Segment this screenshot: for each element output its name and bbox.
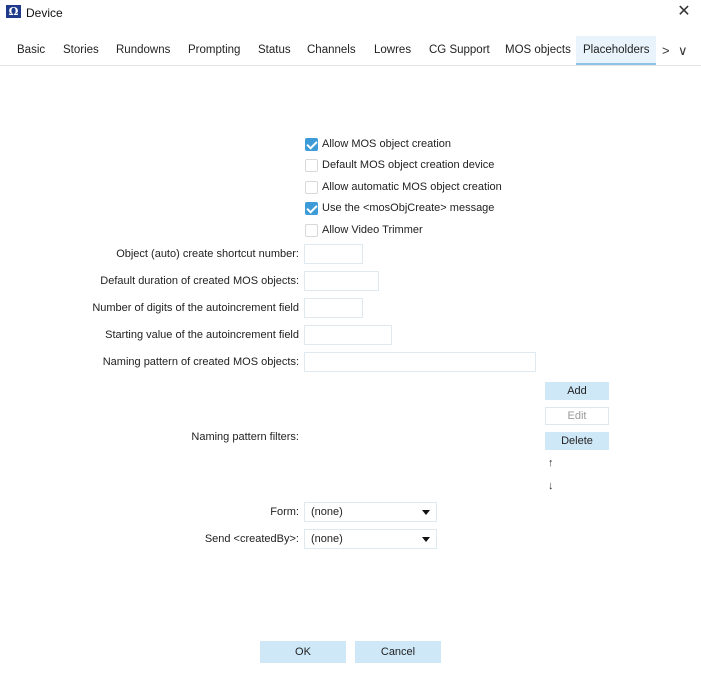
send-createdby-select[interactable]: (none) [304, 529, 437, 549]
send-createdby-label: Send <createdBy>: [204, 533, 299, 545]
form-label: Form: [270, 506, 299, 518]
tab-prompting[interactable]: Prompting [188, 36, 240, 65]
close-icon[interactable]: ✕ [675, 3, 693, 21]
checkbox-label: Allow MOS object creation [322, 138, 451, 150]
tab-status[interactable]: Status [258, 36, 291, 65]
cancel-button[interactable]: Cancel [355, 641, 441, 663]
checkbox-checked-icon[interactable] [305, 201, 318, 215]
default-duration-input[interactable] [304, 271, 379, 291]
chevron-right-icon[interactable]: > [662, 36, 670, 65]
shortcut-number-label: Object (auto) create shortcut number: [116, 248, 299, 260]
delete-filter-button[interactable]: Delete [545, 432, 609, 450]
edit-filter-button[interactable]: Edit [545, 407, 609, 425]
move-up-icon[interactable]: ↑ [548, 457, 554, 469]
title-bar: Ω Device ✕ [0, 0, 701, 28]
form-select[interactable]: (none) [304, 502, 437, 522]
autoincrement-digits-input[interactable] [304, 298, 363, 318]
tab-bar: Basic Stories Rundowns Prompting Status … [0, 36, 701, 66]
checkbox-unchecked-icon[interactable] [305, 180, 318, 194]
tab-channels[interactable]: Channels [307, 36, 356, 65]
add-filter-button[interactable]: Add [545, 382, 609, 400]
autoincrement-digits-label: Number of digits of the autoincrement fi… [92, 302, 299, 314]
tab-basic[interactable]: Basic [17, 36, 45, 65]
autoincrement-start-input[interactable] [304, 325, 392, 345]
send-createdby-select-value: (none) [311, 533, 343, 545]
shortcut-number-input[interactable] [304, 244, 363, 264]
chevron-down-icon[interactable]: ∨ [678, 36, 688, 65]
tab-rundowns[interactable]: Rundowns [116, 36, 170, 65]
checkbox-allow-mos-object-creation[interactable]: Allow MOS object creation [305, 136, 451, 152]
naming-pattern-label: Naming pattern of created MOS objects: [102, 356, 299, 368]
tab-stories[interactable]: Stories [63, 36, 99, 65]
tab-placeholders[interactable]: Placeholders [576, 36, 657, 65]
window-title: Device [26, 6, 63, 20]
naming-pattern-input[interactable] [304, 352, 536, 372]
default-duration-label: Default duration of created MOS objects: [100, 275, 299, 287]
tab-cg-support[interactable]: CG Support [429, 36, 490, 65]
omega-app-icon: Ω [6, 5, 21, 18]
checkbox-unchecked-icon[interactable] [305, 158, 318, 172]
checkbox-checked-icon[interactable] [305, 137, 318, 151]
checkbox-allow-automatic-mos-object-creation[interactable]: Allow automatic MOS object creation [305, 179, 502, 195]
naming-pattern-filters-label: Naming pattern filters: [191, 431, 299, 443]
ok-button[interactable]: OK [260, 641, 346, 663]
checkbox-allow-video-trimmer[interactable]: Allow Video Trimmer [305, 222, 423, 238]
move-down-icon[interactable]: ↓ [548, 480, 554, 492]
checkbox-label: Use the <mosObjCreate> message [322, 202, 495, 214]
tab-lowres[interactable]: Lowres [374, 36, 411, 65]
tab-mos-objects[interactable]: MOS objects [505, 36, 571, 65]
form-select-value: (none) [311, 506, 343, 518]
checkbox-label: Allow automatic MOS object creation [322, 181, 502, 193]
checkbox-use-mosobjcreate-message[interactable]: Use the <mosObjCreate> message [305, 200, 494, 216]
autoincrement-start-label: Starting value of the autoincrement fiel… [105, 329, 299, 341]
dropdown-caret-icon [422, 510, 430, 515]
checkbox-unchecked-icon[interactable] [305, 223, 318, 237]
dropdown-caret-icon [422, 537, 430, 542]
checkbox-label: Default MOS object creation device [322, 159, 495, 171]
checkbox-label: Allow Video Trimmer [322, 224, 423, 236]
checkbox-default-mos-object-creation-device[interactable]: Default MOS object creation device [305, 157, 494, 173]
